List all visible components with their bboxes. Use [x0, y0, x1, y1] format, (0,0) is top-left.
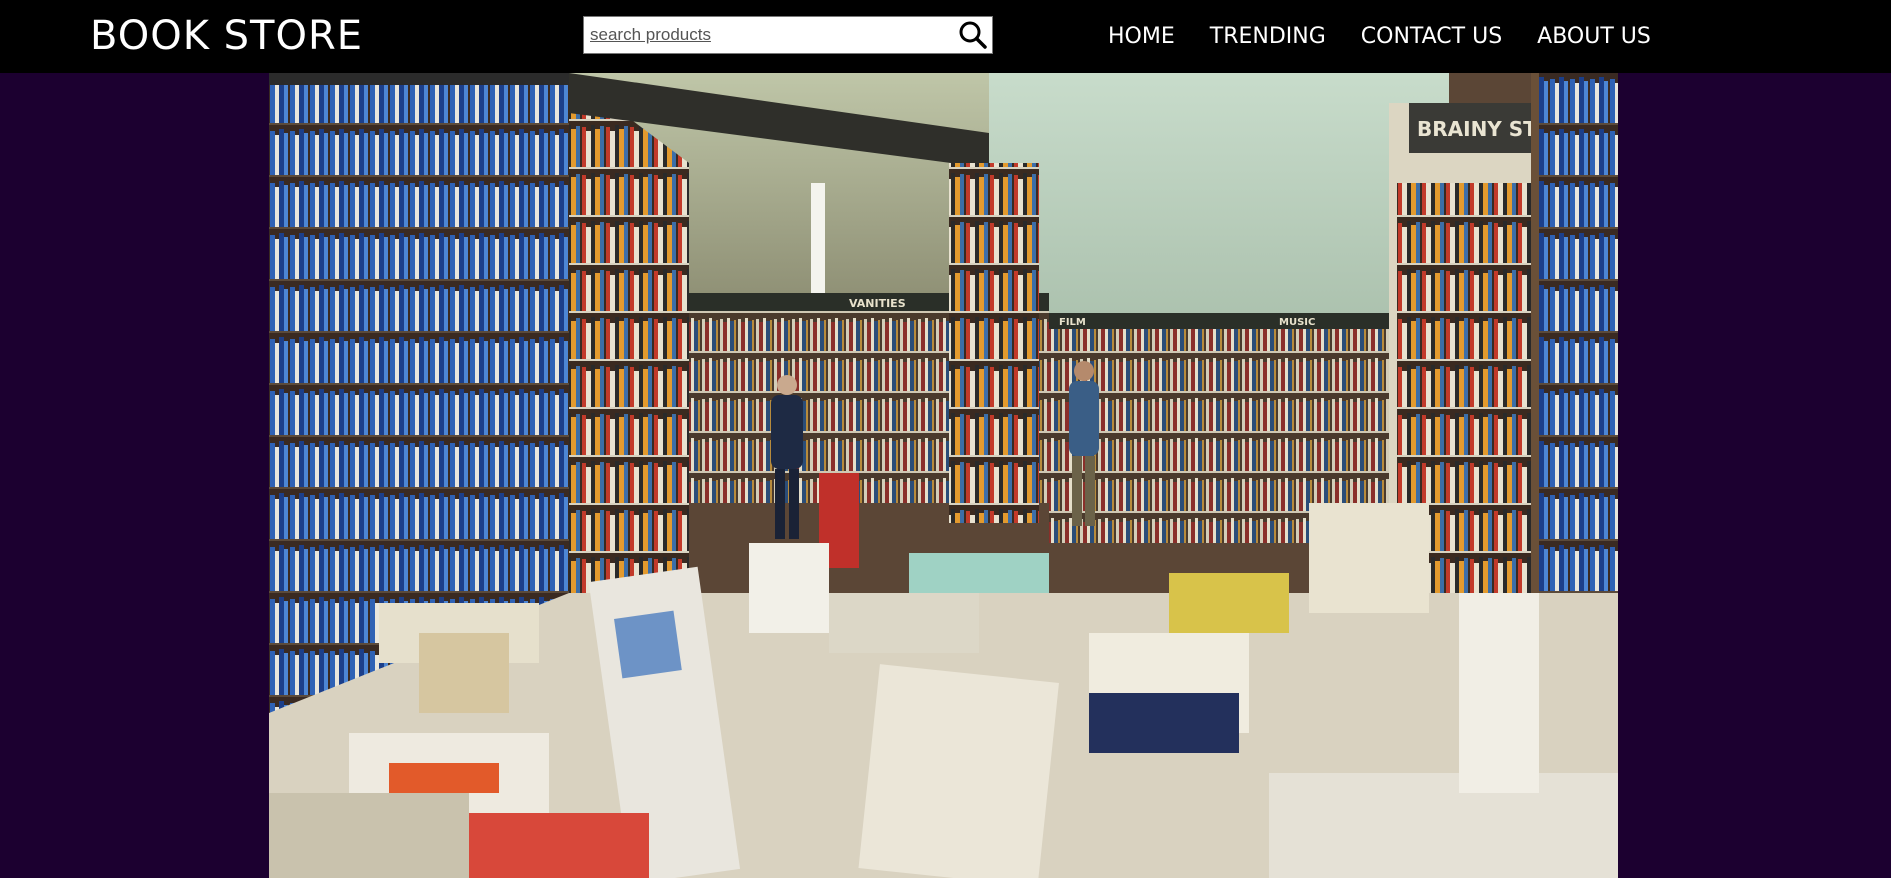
nav-about-link[interactable]: ABOUT US [1537, 24, 1651, 49]
bookstore-photo: VANITIES FILM MUSIC BRAINY STU [269, 73, 1618, 878]
search-form [583, 16, 993, 54]
nav-contact-link[interactable]: CONTACT US [1361, 24, 1502, 49]
nav-home-link[interactable]: HOME [1108, 24, 1175, 49]
search-icon [959, 21, 987, 49]
nav-trending-link[interactable]: TRENDING [1210, 24, 1326, 49]
sign-music: MUSIC [1279, 317, 1315, 328]
top-navbar: BOOK STORE HOME TRENDING CONTACT US ABOU… [0, 0, 1891, 73]
main-nav: HOME TRENDING CONTACT US ABOUT US [1108, 0, 1651, 73]
sign-vanities: VANITIES [849, 297, 906, 310]
search-button[interactable] [954, 17, 992, 53]
site-logo[interactable]: BOOK STORE [90, 10, 363, 62]
hero-image: VANITIES FILM MUSIC BRAINY STU [269, 73, 1618, 878]
search-input[interactable] [584, 17, 954, 53]
sign-film: FILM [1059, 317, 1086, 328]
